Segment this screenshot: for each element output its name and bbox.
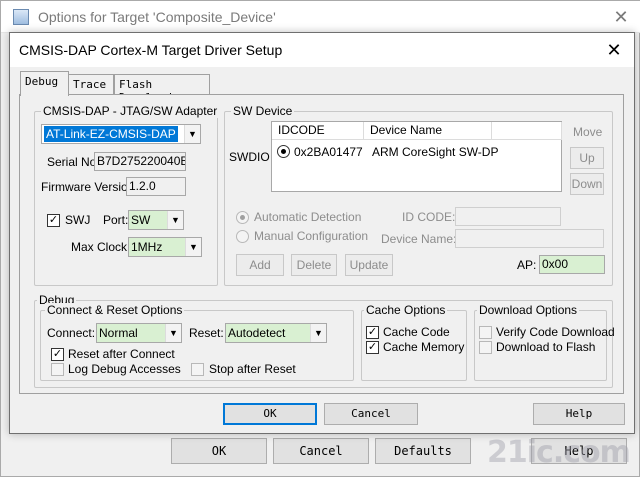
debug-group: Debug Connect & Reset Options Connect: N… [34,293,615,388]
download-to-flash-checkbox[interactable] [479,341,492,354]
add-button[interactable]: Add [236,254,284,276]
firmware-field[interactable]: 1.2.0 [126,177,186,196]
tab-flash-download[interactable]: Flash Download [114,74,210,104]
manual-config-label: Manual Configuration [254,229,369,243]
options-window-titlebar: Options for Target 'Composite_Device' ✕ [1,1,640,33]
tab-debug[interactable]: Debug [20,71,69,96]
sw-device-list[interactable]: IDCODE Device Name 0x2BA01477 ARM CoreSi… [271,121,562,192]
dialog-help-button[interactable]: Help [533,403,625,425]
chevron-down-icon[interactable]: ▼ [184,125,200,143]
reset-select[interactable]: Autodetect ▼ [225,323,327,343]
empty-column-header [492,122,562,140]
dialog-cancel-button[interactable]: Cancel [324,403,418,425]
connect-select-value: Normal [99,326,138,340]
device-name-label: Device Name: [381,232,457,246]
swj-label: SWJ [65,213,91,227]
options-window-close-icon[interactable]: ✕ [601,3,640,31]
verify-download-label: Verify Code Download [496,325,615,339]
debug-tab-panel: CMSIS-DAP - JTAG/SW Adapter AT-Link-EZ-C… [19,94,624,394]
chevron-down-icon[interactable]: ▼ [310,324,326,342]
cache-code-checkbox[interactable]: ✓ [366,326,379,339]
watermark: 21ic.com [487,435,631,470]
tab-trace[interactable]: Trace [68,74,114,94]
connect-reset-group: Connect & Reset Options Connect: Normal … [40,303,354,381]
chevron-down-icon[interactable]: ▼ [185,238,201,256]
cache-code-label: Cache Code [383,325,450,339]
adapter-group-title: CMSIS-DAP - JTAG/SW Adapter [41,104,220,118]
serial-field[interactable]: B7D275220040B5 [94,152,186,171]
download-to-flash-label: Download to Flash [496,340,596,354]
manual-config-radio[interactable] [236,230,249,243]
cache-memory-label: Cache Memory [383,340,465,354]
adapter-select[interactable]: AT-Link-EZ-CMSIS-DAP ▼ [41,124,201,144]
device-name-column-header[interactable]: Device Name [364,122,492,140]
ap-label: AP: [517,258,537,272]
id-code-field[interactable] [455,207,561,226]
download-options-group-title: Download Options [477,303,580,317]
max-clock-select-value: 1MHz [131,240,163,254]
stop-after-reset-checkbox[interactable] [191,363,204,376]
port-select-value: SW [131,213,151,227]
dialog-ok-button[interactable]: OK [223,403,317,425]
options-defaults-button[interactable]: Defaults [375,438,471,464]
port-label: Port: [103,213,129,227]
max-clock-select[interactable]: 1MHz ▼ [128,237,202,257]
adapter-select-value: AT-Link-EZ-CMSIS-DAP [44,126,178,142]
firmware-label: Firmware Version: [41,180,138,194]
dialog-title: CMSIS-DAP Cortex-M Target Driver Setup [19,42,283,58]
cache-memory-checkbox[interactable]: ✓ [366,341,379,354]
connect-reset-group-title: Connect & Reset Options [45,303,185,317]
cmsis-dap-setup-dialog: CMSIS-DAP Cortex-M Target Driver Setup ✕… [9,32,635,434]
move-up-button[interactable]: Up [570,147,604,169]
reset-after-connect-label: Reset after Connect [68,347,175,361]
port-select[interactable]: SW ▼ [128,210,184,230]
connect-select[interactable]: Normal ▼ [96,323,182,343]
id-code-label: ID CODE: [402,210,456,224]
keil-app-icon [13,9,29,25]
swdio-label: SWDIO [229,150,270,164]
adapter-group: CMSIS-DAP - JTAG/SW Adapter AT-Link-EZ-C… [34,104,220,286]
move-down-button[interactable]: Down [570,173,604,195]
options-ok-button[interactable]: OK [171,438,267,464]
dialog-titlebar: CMSIS-DAP Cortex-M Target Driver Setup ✕ [10,33,634,67]
move-label: Move [573,125,603,139]
device-select-radio[interactable] [277,145,290,158]
max-clock-label: Max Clock: [71,240,131,254]
dialog-close-icon[interactable]: ✕ [596,36,632,64]
cache-options-group: Cache Options ✓ Cache Code ✓ Cache Memor… [361,303,467,381]
row-device-name: ARM CoreSight SW-DP [372,145,499,159]
reset-label: Reset: [189,326,224,340]
log-debug-checkbox[interactable] [51,363,64,376]
swj-checkbox[interactable]: ✓ [47,214,60,227]
log-debug-label: Log Debug Accesses [68,362,181,376]
sw-device-group: SW Device SWDIO IDCODE Device Name 0x2BA… [224,104,613,286]
download-options-group: Download Options Verify Code Download Do… [474,303,615,381]
auto-detect-label: Automatic Detection [254,210,362,224]
options-window-title: Options for Target 'Composite_Device' [38,9,276,25]
chevron-down-icon[interactable]: ▼ [165,324,181,342]
table-row[interactable]: 0x2BA01477 ARM CoreSight SW-DP [272,142,561,160]
auto-detect-radio[interactable] [236,211,249,224]
verify-download-checkbox[interactable] [479,326,492,339]
serial-label: Serial No: [47,155,100,169]
chevron-down-icon[interactable]: ▼ [167,211,183,229]
cache-options-group-title: Cache Options [364,303,448,317]
device-name-field[interactable] [455,229,604,248]
reset-select-value: Autodetect [228,326,286,340]
delete-button[interactable]: Delete [291,254,337,276]
reset-after-connect-checkbox[interactable]: ✓ [51,348,64,361]
idcode-column-header[interactable]: IDCODE [272,122,364,140]
sw-device-group-title: SW Device [231,104,295,118]
ap-field[interactable]: 0x00 [539,255,605,274]
update-button[interactable]: Update [345,254,393,276]
options-cancel-button[interactable]: Cancel [273,438,369,464]
connect-label: Connect: [47,326,96,340]
row-idcode: 0x2BA01477 [294,145,363,159]
stop-after-reset-label: Stop after Reset [209,362,296,376]
